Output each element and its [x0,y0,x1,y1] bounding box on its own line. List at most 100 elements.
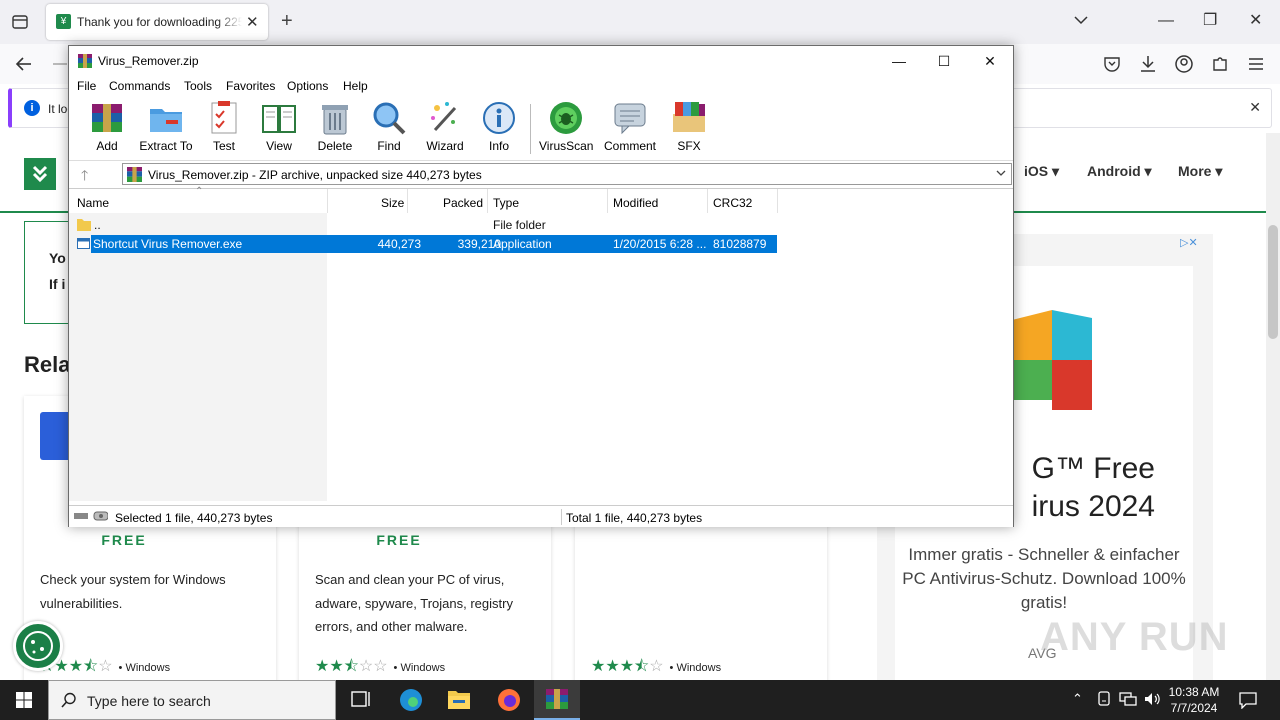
menu-tools[interactable]: Tools [184,79,212,93]
up-one-level-icon[interactable]: 🡑 [81,165,88,189]
wizard-button[interactable]: Wizard [423,100,467,153]
column-header-type[interactable]: Type [493,196,519,210]
menu-file[interactable]: File [77,79,96,93]
tab-list-icon[interactable] [8,10,32,34]
table-row[interactable]: .. File folder [69,216,777,234]
pocket-icon[interactable] [1102,54,1122,80]
menu-help[interactable]: Help [343,79,368,93]
taskbar-clock[interactable]: 10:38 AM 7/7/2024 [1162,684,1226,716]
close-notification-icon[interactable]: ✕ [1249,99,1261,116]
test-button[interactable]: Test [205,100,243,153]
edge-icon [400,689,422,711]
menu-icon[interactable] [1247,54,1265,80]
virusscan-button[interactable]: VirusScan [539,100,593,153]
winrar-titlebar[interactable]: Virus_Remover.zip — ☐ ✕ [69,46,1013,76]
account-icon[interactable] [1174,54,1194,80]
column-header-name[interactable]: Name [77,196,109,210]
winrar-icon [546,689,568,709]
taskbar-firefox[interactable] [486,680,532,720]
column-divider[interactable] [707,189,708,213]
maximize-icon[interactable]: ☐ [921,50,967,72]
page-scrollbar[interactable] [1266,133,1280,680]
comment-button[interactable]: Comment [602,100,658,153]
file-list[interactable]: ⌃ Name Size Packed Type Modified CRC32 .… [69,186,1013,501]
column-divider[interactable] [407,189,408,213]
task-view-button[interactable] [338,680,384,720]
virusscan-label: VirusScan [539,139,594,153]
nav-more[interactable]: More ▾ [1178,163,1222,180]
clock-time: 10:38 AM [1168,685,1220,699]
new-tab-icon[interactable]: + [281,10,293,32]
nav-ios[interactable]: iOS ▾ [1024,163,1059,180]
menu-commands[interactable]: Commands [109,79,170,93]
chevron-down-icon[interactable] [995,166,1007,183]
chevron-down-icon[interactable] [1073,12,1089,34]
browser-tab[interactable]: ¥ Thank you for downloading 225 ✕ [46,4,268,40]
add-icon [92,104,122,132]
price-label: FREE [101,532,147,548]
cell-size: 440,273 [377,237,421,251]
nav-android[interactable]: Android ▾ [1087,163,1152,180]
taskbar-edge[interactable] [388,680,434,720]
minimize-icon[interactable]: — [1158,11,1174,31]
delete-button[interactable]: Delete [315,100,355,153]
minimize-icon[interactable]: — [876,50,922,72]
find-button[interactable]: Find [369,100,409,153]
column-divider[interactable] [487,189,488,213]
column-header-modified[interactable]: Modified [613,196,658,210]
restore-icon[interactable]: ❐ [1203,11,1217,31]
delete-label: Delete [317,139,353,153]
volume-icon[interactable] [1143,691,1161,710]
column-divider[interactable] [777,189,778,213]
taskbar: Type here to search ⌃ 10:38 AM 7/7/2024 [0,680,1280,720]
cell-type: File folder [493,218,546,232]
site-logo[interactable] [24,158,56,190]
comment-icon [614,103,646,135]
info-label: Info [488,139,509,153]
extract-to-label: Extract To [139,139,193,153]
menu-options[interactable]: Options [287,79,328,93]
cell-crc32: 81028879 [713,237,767,251]
close-tab-icon[interactable]: ✕ [246,13,259,31]
menu-favorites[interactable]: Favorites [226,79,275,93]
back-icon[interactable] [14,54,34,80]
sfx-button[interactable]: SFX [669,100,709,153]
extensions-icon[interactable] [1210,54,1230,80]
taskbar-search-box[interactable]: Type here to search [48,680,336,720]
view-button[interactable]: View [257,100,301,153]
column-header-crc32[interactable]: CRC32 [713,196,752,210]
star-rating: ★★★⯪☆ • Windows [591,658,722,675]
avg-logo-icon [1012,310,1092,410]
scroll-thumb[interactable] [1268,225,1278,339]
notifications-icon[interactable] [1238,691,1258,712]
extract-to-button[interactable]: Extract To [139,100,193,153]
forward-icon[interactable] [50,54,70,80]
column-divider[interactable] [607,189,608,213]
info-button[interactable]: Info [481,100,517,153]
platform-label: • Windows [669,662,722,674]
add-button[interactable]: Add [88,100,126,153]
drive-icon [74,511,108,521]
device-icon[interactable] [1097,691,1111,710]
watermark: ANY RUN [1040,615,1229,659]
network-icon[interactable] [1119,691,1137,710]
table-row-selected[interactable]: Shortcut Virus Remover.exe 440,273 339,2… [91,235,777,253]
start-button[interactable] [0,680,48,720]
cookie-settings-button[interactable] [13,621,63,671]
info-icon [483,102,515,134]
close-icon[interactable]: ✕ [967,50,1013,72]
comment-label: Comment [603,139,656,153]
taskbar-winrar[interactable] [534,680,580,720]
ad-choices-icon[interactable]: ▷✕ [1180,236,1198,249]
view-label: View [266,139,292,153]
column-header-packed[interactable]: Packed [443,196,483,210]
platform-label: • Windows [393,662,446,674]
taskbar-file-explorer[interactable] [436,680,482,720]
chevron-up-icon[interactable]: ⌃ [1072,691,1083,707]
downloads-icon[interactable] [1138,54,1158,80]
status-divider [561,509,562,525]
column-divider[interactable] [327,189,328,213]
archive-path-field[interactable]: Virus_Remover.zip - ZIP archive, unpacke… [122,163,1012,185]
close-window-icon[interactable]: ✕ [1249,11,1262,31]
column-header-size[interactable]: Size [381,196,404,210]
